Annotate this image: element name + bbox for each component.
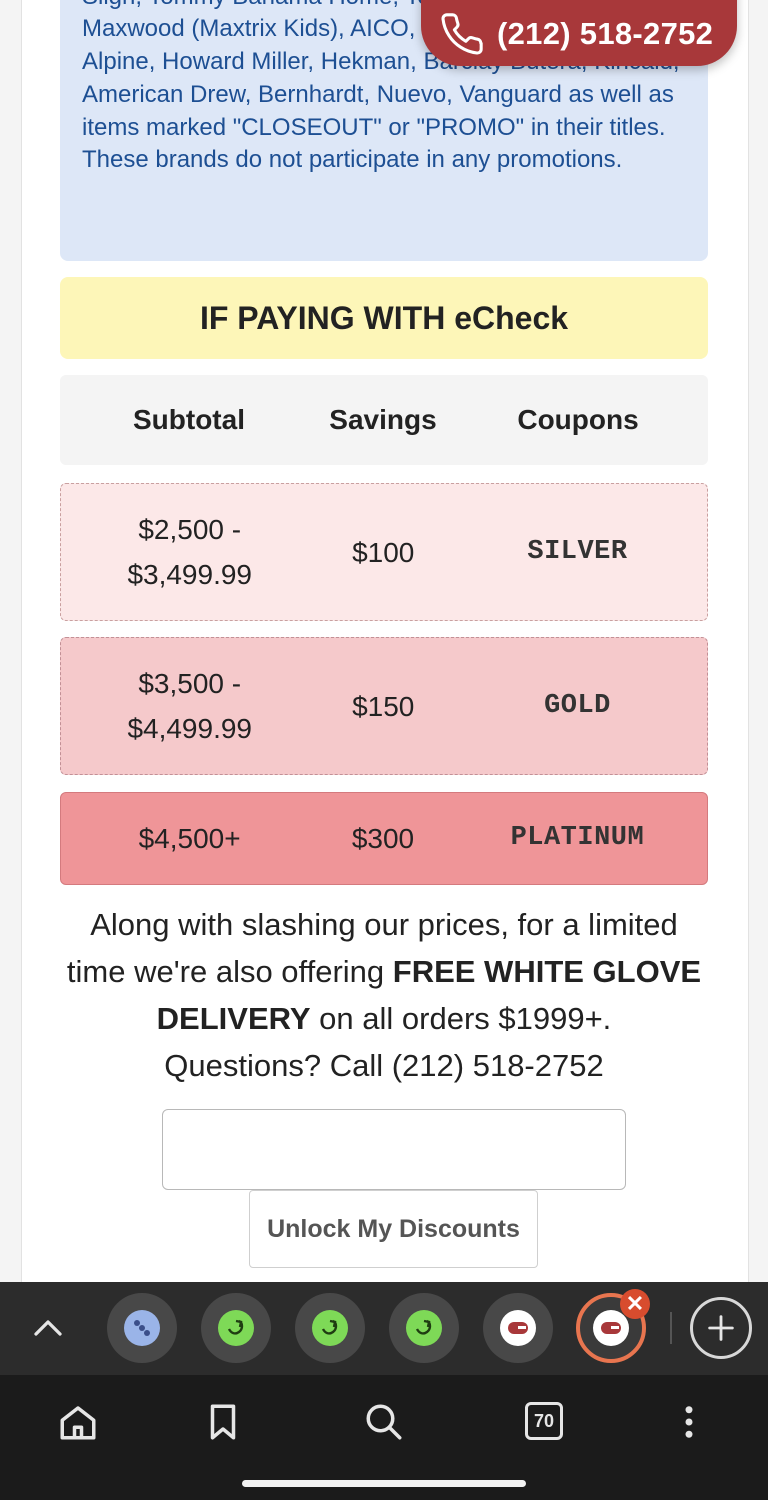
row-coupon-code[interactable]: GOLD	[448, 684, 707, 729]
call-button[interactable]: (212) 518-2752	[421, 0, 737, 66]
unlock-discounts-button[interactable]: Unlock My Discounts	[249, 1190, 538, 1268]
row-savings: $300	[351, 823, 415, 854]
website-favicon-icon	[406, 1310, 442, 1346]
home-icon[interactable]	[57, 1401, 99, 1443]
table-row-platinum: $4,500+ $300 PLATINUM	[60, 792, 708, 885]
website-favicon-icon	[124, 1310, 160, 1346]
tab-count-button[interactable]: 70	[525, 1402, 563, 1440]
row-coupon-code[interactable]: PLATINUM	[448, 816, 707, 861]
gesture-home-bar[interactable]	[242, 1480, 526, 1487]
header-savings: Savings	[329, 404, 437, 435]
table-row-gold: $3,500 - $4,499.99 $150 GOLD	[60, 637, 708, 775]
promo-text-end: on all orders $1999+.	[310, 1001, 612, 1036]
website-favicon-icon	[500, 1310, 536, 1346]
tab-strip-divider	[670, 1312, 672, 1344]
call-button-number: (212) 518-2752	[497, 16, 714, 51]
row-coupon-code[interactable]: SILVER	[448, 530, 707, 575]
header-subtotal: Subtotal	[133, 404, 245, 435]
discount-table-header: Subtotal Savings Coupons	[60, 375, 708, 465]
chevron-up-icon[interactable]	[30, 1310, 66, 1346]
row-subtotal: $2,500 - $3,499.99	[127, 514, 253, 590]
row-subtotal: $3,500 - $4,499.99	[127, 668, 253, 744]
delivery-promo-text: Along with slashing our prices, for a li…	[62, 901, 706, 1089]
browser-tab[interactable]	[295, 1293, 365, 1363]
browser-tab[interactable]	[107, 1293, 177, 1363]
row-savings: $100	[352, 536, 415, 568]
browser-tab[interactable]	[201, 1293, 271, 1363]
bookmark-icon[interactable]	[202, 1401, 244, 1443]
row-subtotal: $4,500+	[138, 823, 241, 854]
browser-tab[interactable]	[483, 1293, 553, 1363]
website-favicon-icon	[218, 1310, 254, 1346]
more-menu-icon[interactable]	[668, 1401, 710, 1443]
new-tab-button[interactable]	[690, 1297, 752, 1359]
phone-icon	[441, 13, 483, 55]
web-page: combined. (3) Brands NOT participating: …	[0, 0, 768, 1282]
plus-icon	[708, 1315, 734, 1341]
promo-questions: Questions? Call (212) 518-2752	[164, 1048, 604, 1083]
website-favicon-icon	[593, 1310, 629, 1346]
email-input[interactable]	[162, 1109, 626, 1190]
echeck-banner: IF PAYING WITH eCheck	[60, 277, 708, 359]
website-favicon-icon	[312, 1310, 348, 1346]
echeck-banner-title: IF PAYING WITH eCheck	[199, 299, 569, 336]
close-tab-icon[interactable]: ✕	[620, 1289, 650, 1319]
header-coupons: Coupons	[517, 404, 639, 435]
search-icon[interactable]	[363, 1401, 405, 1443]
table-row-silver: $2,500 - $3,499.99 $100 SILVER	[60, 483, 708, 621]
row-savings: $150	[352, 690, 415, 722]
browser-tab[interactable]	[389, 1293, 459, 1363]
